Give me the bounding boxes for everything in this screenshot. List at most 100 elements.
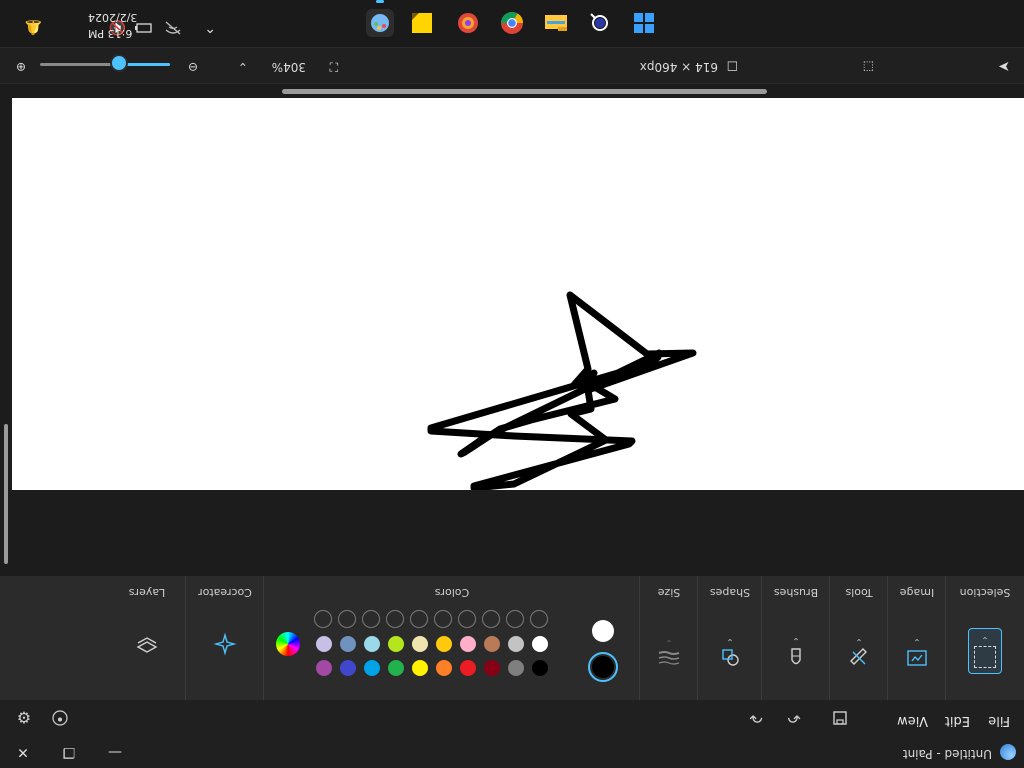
image-button[interactable]: ⌄: [901, 630, 933, 674]
color-swatch[interactable]: [436, 660, 452, 676]
color-swatch[interactable]: [340, 636, 356, 652]
color-swatch[interactable]: [316, 636, 332, 652]
custom-color-slot[interactable]: [458, 610, 476, 628]
zoom-slider-thumb[interactable]: [109, 54, 128, 72]
chevron-up-icon[interactable]: ⌃: [204, 19, 216, 35]
color-swatch[interactable]: [532, 660, 548, 676]
zoom-out-icon[interactable]: ⊖: [188, 60, 198, 74]
color-swatch[interactable]: [364, 636, 380, 652]
custom-color-slot[interactable]: [362, 610, 380, 628]
paint-app-icon: [1000, 744, 1016, 760]
zoom-slider[interactable]: [40, 54, 170, 72]
group-selection: ⌄ Selection: [945, 576, 1024, 700]
size-button[interactable]: ⌄: [653, 630, 685, 674]
primary-color-swatch[interactable]: [588, 652, 618, 682]
canvas-size: 614 × 460px: [639, 60, 718, 74]
group-label: Image: [899, 586, 935, 599]
custom-color-slot[interactable]: [506, 610, 524, 628]
color-swatch[interactable]: [508, 636, 524, 652]
custom-color-slot[interactable]: [482, 610, 500, 628]
chevron-down-icon: ⌄: [855, 636, 863, 646]
sparkle-icon: [213, 632, 237, 656]
zoom-slider-fill: [120, 63, 170, 66]
vertical-scroll-thumb[interactable]: [4, 424, 8, 564]
custom-color-slot[interactable]: [410, 610, 428, 628]
color-swatch[interactable]: [316, 660, 332, 676]
color-swatch[interactable]: [388, 636, 404, 652]
brushes-button[interactable]: ⌄: [780, 630, 812, 674]
color-swatch[interactable]: [412, 660, 428, 676]
active-app-indicator: [376, 0, 384, 3]
save-icon[interactable]: [830, 708, 850, 728]
paint-window: Untitled - Paint — ❐ ✕ File Edit View ↶ …: [0, 0, 1024, 768]
taskbar-clock[interactable]: 6:13 PM 3/2/2024: [88, 9, 137, 41]
title-bar: Untitled - Paint — ❐ ✕: [0, 736, 1024, 768]
chevron-down-icon: ⌄: [665, 637, 673, 647]
file-explorer-icon[interactable]: [542, 9, 570, 37]
custom-color-slot[interactable]: [530, 610, 548, 628]
color-swatch[interactable]: [532, 636, 548, 652]
color-swatch[interactable]: [460, 660, 476, 676]
custom-color-slot[interactable]: [386, 610, 404, 628]
horizontal-scrollbar[interactable]: [0, 86, 1024, 98]
color-swatch[interactable]: [484, 660, 500, 676]
drawing-canvas[interactable]: [12, 98, 1024, 492]
menu-view[interactable]: View: [897, 713, 928, 728]
settings-icon[interactable]: ⚙: [14, 708, 34, 728]
vertical-scrollbar[interactable]: [0, 101, 12, 576]
color-swatch[interactable]: [388, 660, 404, 676]
chrome-icon[interactable]: [498, 9, 526, 37]
maximize-button[interactable]: ❐: [46, 736, 92, 768]
zoom-in-icon[interactable]: ⊕: [16, 60, 26, 74]
paint-taskbar-icon[interactable]: [366, 9, 394, 37]
minimize-button[interactable]: —: [92, 736, 138, 768]
redo-icon[interactable]: ↷: [746, 708, 766, 728]
custom-color-slot[interactable]: [434, 610, 452, 628]
cursor-icon: ➤: [998, 58, 1010, 74]
selection-button[interactable]: ⌄: [968, 628, 1002, 674]
sticky-notes-icon[interactable]: [408, 9, 436, 37]
shapes-button[interactable]: ⌄: [714, 630, 746, 674]
search-icon[interactable]: [586, 9, 614, 37]
color-swatch[interactable]: [340, 660, 356, 676]
color-swatch[interactable]: [484, 636, 500, 652]
color-swatch[interactable]: [508, 660, 524, 676]
canvas-size-icon: □: [726, 60, 738, 74]
group-label: Size: [657, 586, 681, 599]
custom-color-slot[interactable]: [338, 610, 356, 628]
menu-edit[interactable]: Edit: [945, 713, 970, 728]
clock-date: 3/2/2024: [88, 11, 138, 24]
image-icon: [907, 650, 927, 666]
account-icon[interactable]: [50, 708, 70, 728]
tools-button[interactable]: ⌄: [843, 630, 875, 674]
taskbar: ⌃ 🔇 6:13 PM 3/2/2024 🔔: [0, 0, 1024, 48]
color-swatch[interactable]: [412, 636, 428, 652]
group-label: Layers: [128, 586, 166, 599]
group-size: ⌄ Size: [639, 576, 698, 700]
selection-icon: [974, 646, 996, 668]
notification-bell-icon[interactable]: 🔔: [25, 19, 42, 35]
zoom-percent[interactable]: 304% ⌄: [226, 60, 306, 74]
horizontal-scroll-thumb[interactable]: [282, 89, 767, 94]
layers-button[interactable]: [131, 622, 163, 666]
custom-color-slot[interactable]: [314, 610, 332, 628]
close-button[interactable]: ✕: [0, 736, 46, 768]
shapes-icon: [722, 649, 739, 666]
fit-to-window-icon[interactable]: ⛶: [330, 59, 338, 74]
menu-file[interactable]: File: [988, 713, 1010, 728]
wifi-off-icon[interactable]: [164, 17, 182, 35]
color-swatch[interactable]: [460, 636, 476, 652]
group-image: ⌄ Image: [887, 576, 946, 700]
color-swatch[interactable]: [364, 660, 380, 676]
windows-start-icon[interactable]: [630, 9, 658, 37]
selection-size-icon: ⬚: [862, 60, 874, 74]
cocreator-button[interactable]: [209, 622, 241, 666]
color-swatch[interactable]: [436, 636, 452, 652]
undo-icon[interactable]: ↶: [784, 708, 804, 728]
color-picker-icon[interactable]: [276, 632, 300, 656]
copilot-icon[interactable]: [454, 9, 482, 37]
group-label: Selection: [959, 586, 1011, 599]
size-icon: [658, 651, 680, 665]
group-tools: ⌄ Tools: [829, 576, 888, 700]
secondary-color-swatch[interactable]: [592, 620, 614, 642]
